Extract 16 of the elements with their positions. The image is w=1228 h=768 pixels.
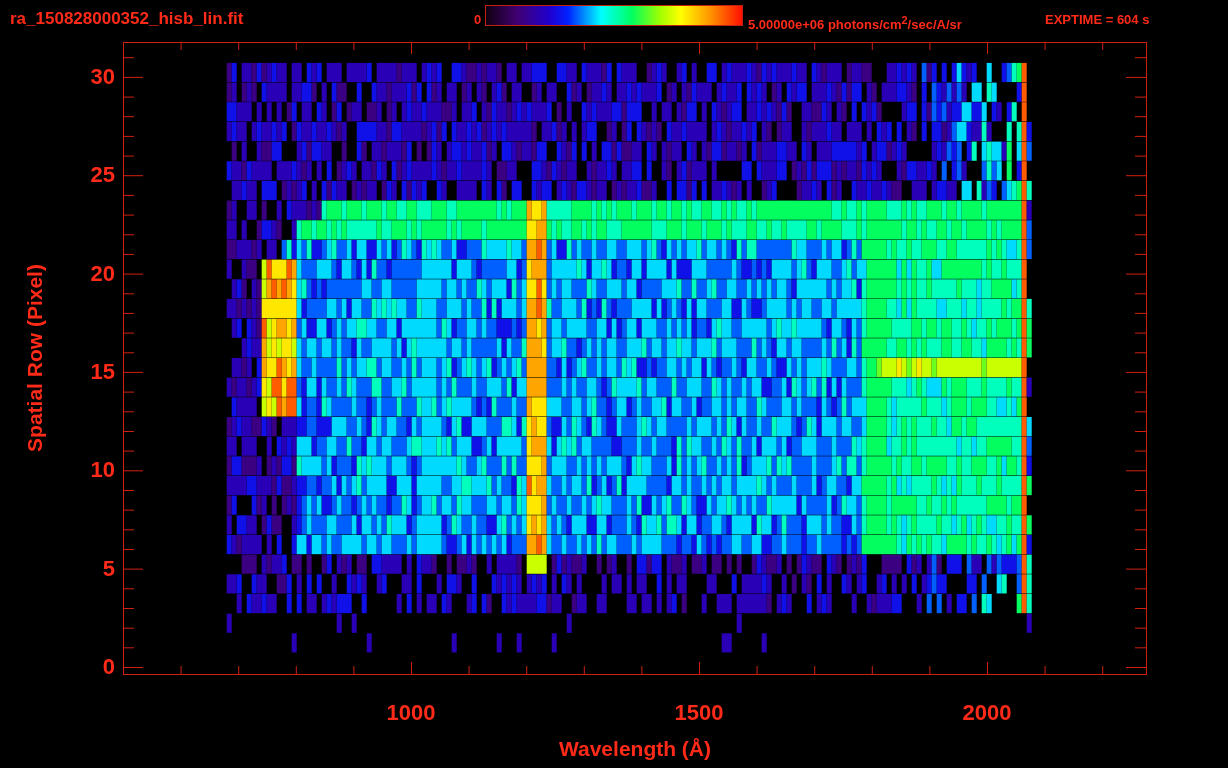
y-tick-label: 10 <box>90 458 115 483</box>
x-tick-label: 2000 <box>962 701 1012 725</box>
y-tick-label: 15 <box>90 359 115 384</box>
colorbar-min-label: 0 <box>473 12 482 28</box>
y-tick-label: 30 <box>90 64 115 89</box>
x-axis-title: Wavelength (Å) <box>558 737 712 761</box>
y-tick-label: 5 <box>102 556 115 581</box>
y-axis-title: Spatial Row (Pixel) <box>23 264 47 452</box>
y-tick-label: 25 <box>90 163 115 188</box>
y-tick-label: 0 <box>102 655 115 679</box>
x-tick-label: 1000 <box>386 701 436 725</box>
colorbar-max-label: 5.00000e+06 photons/cm$^{2}$/sec/A/sr <box>748 13 962 34</box>
x-tick-label: 1500 <box>674 701 724 725</box>
file-name-title: ra_150828000352_hisb_lin.fit <box>10 9 244 29</box>
exposure-time-label: EXPTIME = 604 s <box>1045 12 1150 28</box>
y-tick-label: 20 <box>90 261 115 286</box>
